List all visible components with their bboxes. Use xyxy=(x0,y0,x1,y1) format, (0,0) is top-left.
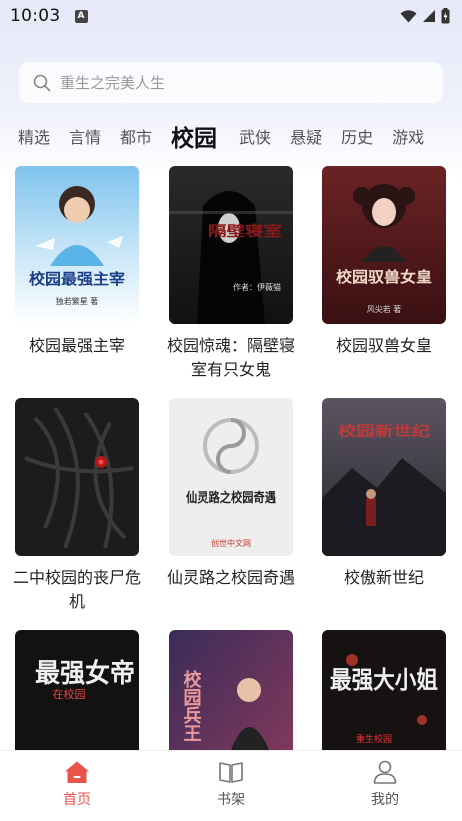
cover-subtitle: 在校园 xyxy=(53,687,86,701)
book-card[interactable]: 校园新世纪 校傲新世纪 xyxy=(309,398,459,590)
nav-bookshelf-label: 书架 xyxy=(217,792,245,808)
tab-games[interactable]: 游戏 xyxy=(392,124,424,148)
tab-campus[interactable]: 校园 xyxy=(171,119,217,153)
cover-title: 校园驭兽女皇 xyxy=(336,268,432,286)
notification-icon: A xyxy=(74,9,88,23)
nav-home[interactable]: 首页 xyxy=(0,751,154,821)
cover-subtitle: 重生校园 xyxy=(356,733,392,745)
tab-featured[interactable]: 精选 xyxy=(18,124,50,148)
book-card[interactable]: 校园兵王 xyxy=(156,630,306,750)
cover-title: 隔壁寝室 xyxy=(208,223,282,240)
book-card[interactable]: 校园驭兽女皇 风尖若 著 校园驭兽女皇 xyxy=(309,166,459,358)
book-card[interactable]: 仙灵路之校园奇遇 创世中文网 仙灵路之校园奇遇 xyxy=(156,398,306,590)
cover-author: 独若繁星 著 xyxy=(56,296,99,306)
nav-profile-label: 我的 xyxy=(371,792,399,808)
category-tabs: 精选 言情 都市 校园 武侠 悬疑 历史 游戏 xyxy=(0,116,462,156)
book-cover[interactable]: 仙灵路之校园奇遇 创世中文网 xyxy=(169,398,293,556)
book-card[interactable]: 最强大小姐 重生校园 xyxy=(309,630,459,750)
bottom-navigation: 首页 书架 我的 xyxy=(0,750,462,821)
book-cover[interactable]: 最强女帝 在校园 xyxy=(15,630,139,750)
signal-icon xyxy=(423,10,435,22)
nav-home-label: 首页 xyxy=(63,792,91,808)
book-title[interactable]: 仙灵路之校园奇遇 xyxy=(156,566,306,590)
cover-author: 作者：伊薇猫 xyxy=(233,282,281,292)
book-grid: 校园最强主宰 独若繁星 著 校园最强主宰 隔壁寝室 作者：伊薇猫 校园惊魂：隔壁… xyxy=(0,166,462,750)
cover-title: 校园新世纪 xyxy=(338,423,430,440)
status-time: 10:03 xyxy=(10,6,61,26)
search-bar[interactable]: 重生之完美人生 xyxy=(19,62,443,103)
cover-author: 创世中文网 xyxy=(211,538,251,548)
profile-icon xyxy=(373,760,397,784)
cover-title: 最强大小姐 xyxy=(330,665,438,694)
tab-urban[interactable]: 都市 xyxy=(120,124,152,148)
tab-romance[interactable]: 言情 xyxy=(69,124,101,148)
cover-title: 仙灵路之校园奇遇 xyxy=(186,490,276,506)
book-card[interactable]: 最强女帝 在校园 xyxy=(2,630,152,750)
status-indicators xyxy=(400,8,450,24)
home-icon xyxy=(65,761,89,783)
book-title[interactable]: 二中校园的丧尸危机 xyxy=(2,566,152,614)
tab-history[interactable]: 历史 xyxy=(341,124,373,148)
book-card[interactable]: 二中校园的丧尸危机 xyxy=(2,398,152,614)
wifi-icon xyxy=(400,10,417,23)
book-title[interactable]: 校园驭兽女皇 xyxy=(309,334,459,358)
book-title[interactable]: 校园最强主宰 xyxy=(2,334,152,358)
cover-author: 风尖若 著 xyxy=(367,304,402,314)
book-cover[interactable]: 校园新世纪 xyxy=(322,398,446,556)
cover-title: 校园兵王 xyxy=(181,669,202,742)
book-cover[interactable]: 校园驭兽女皇 风尖若 著 xyxy=(322,166,446,324)
book-cover[interactable]: 最强大小姐 重生校园 xyxy=(322,630,446,750)
nav-profile[interactable]: 我的 xyxy=(308,751,462,821)
search-placeholder: 重生之完美人生 xyxy=(60,74,166,92)
battery-icon xyxy=(441,8,450,24)
cover-title: 校园最强主宰 xyxy=(29,270,125,288)
book-cover[interactable]: 隔壁寝室 作者：伊薇猫 xyxy=(169,166,293,324)
book-cover[interactable]: 校园兵王 xyxy=(169,630,293,750)
book-card[interactable]: 校园最强主宰 独若繁星 著 校园最强主宰 xyxy=(2,166,152,358)
book-cover[interactable]: 校园最强主宰 独若繁星 著 xyxy=(15,166,139,324)
nav-bookshelf[interactable]: 书架 xyxy=(154,751,308,821)
search-icon xyxy=(33,74,51,91)
book-cover[interactable] xyxy=(15,398,139,556)
tab-mystery[interactable]: 悬疑 xyxy=(290,124,322,148)
book-title[interactable]: 校傲新世纪 xyxy=(309,566,459,590)
book-card[interactable]: 隔壁寝室 作者：伊薇猫 校园惊魂：隔壁寝室有只女鬼 xyxy=(156,166,306,382)
tab-wuxia[interactable]: 武侠 xyxy=(239,124,271,148)
cover-title: 最强女帝 xyxy=(35,658,135,689)
book-title[interactable]: 校园惊魂：隔壁寝室有只女鬼 xyxy=(156,334,306,382)
status-bar: 10:03 A xyxy=(0,0,462,32)
bookshelf-icon xyxy=(219,762,243,783)
